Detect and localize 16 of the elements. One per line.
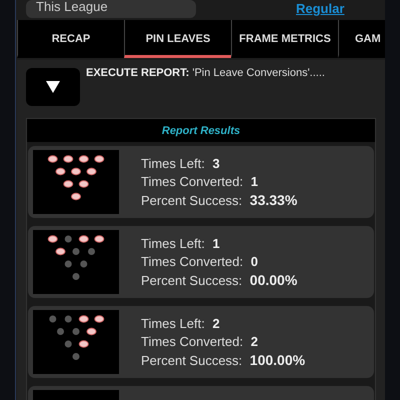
tab[interactable]: RECAP [17,20,124,58]
stat-line: Percent Success: 00.00% [141,272,298,288]
stat-line: Times Left: 3 [141,156,221,171]
stat-line: Times Left: 1 [141,236,221,251]
stat-line: Times Converted: 0 [141,254,259,269]
league-field[interactable]: This League [26,0,196,18]
stat-line: Times Converted: 2 [141,334,259,349]
execute-report-text: EXECUTE REPORT: 'Pin Leave Conversions'..... [86,67,325,79]
stat-line: Times Converted: 1 [141,174,259,189]
stat-line: Percent Success: 100.00% [141,352,306,368]
tab[interactable]: FRAME METRICS [231,20,338,58]
tab[interactable]: GAM [338,20,385,58]
regular-link[interactable]: Regular [296,3,344,15]
stat-line: Percent Success: 33.33% [141,192,298,208]
stat-line: Times Left: 2 [141,316,221,331]
results-heading: Report Results [162,124,240,136]
